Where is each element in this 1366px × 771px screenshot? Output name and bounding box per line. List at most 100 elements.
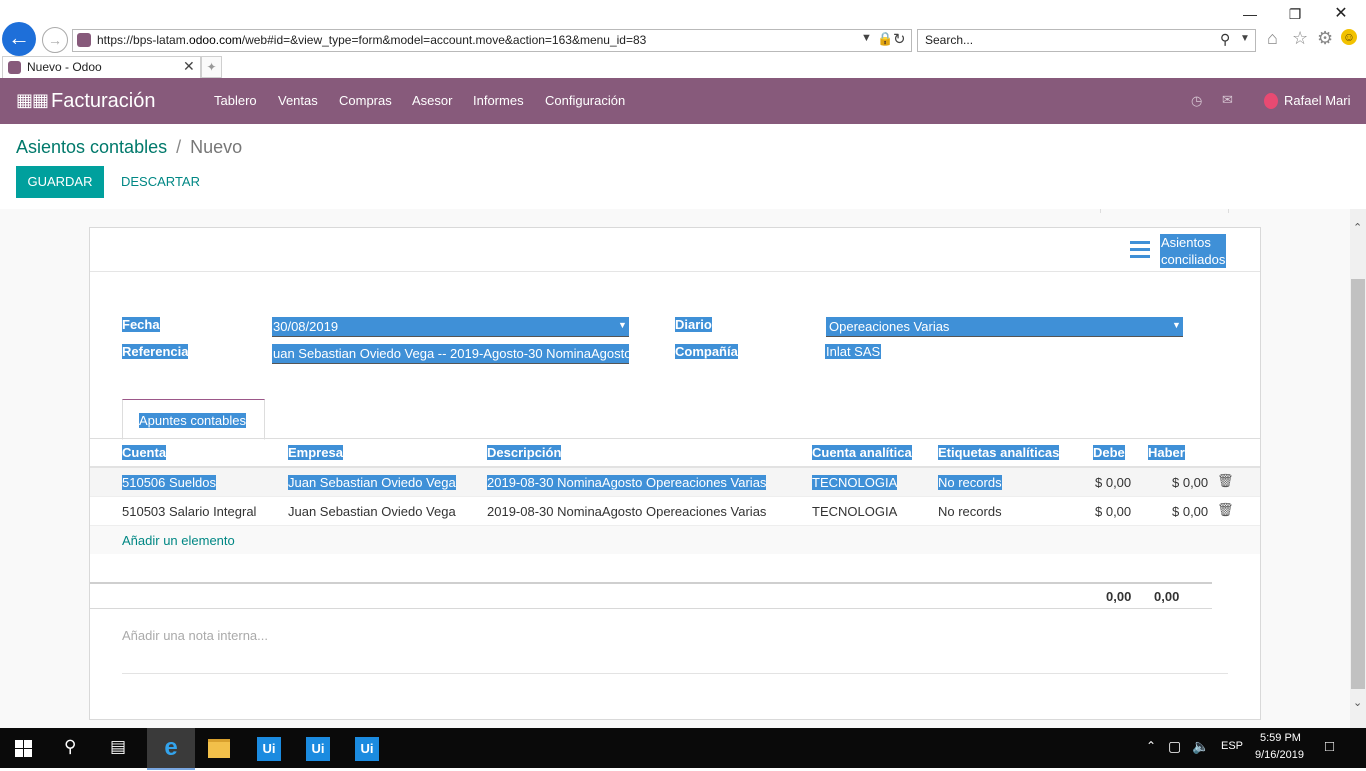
row2-etiquetas[interactable]: No records — [938, 504, 1002, 519]
row2-cuenta-analitica[interactable]: TECNOLOGIA — [812, 504, 897, 519]
menu-informes[interactable]: Informes — [473, 78, 524, 124]
col-haber[interactable]: Haber — [1148, 445, 1185, 460]
browser-tab[interactable]: Nuevo - Odoo ✕ — [2, 56, 201, 78]
tab-favicon-icon — [8, 61, 21, 74]
search-input[interactable]: Search... — [925, 33, 973, 47]
tray-chevron-up-icon[interactable]: ⌃ — [1146, 739, 1156, 753]
uipath-studio-icon-2[interactable]: Ui — [294, 728, 342, 768]
clock-date[interactable]: 9/16/2019 — [1255, 749, 1304, 761]
row1-empresa[interactable]: Juan Sebastian Oviedo Vega — [288, 475, 456, 490]
apps-grid-icon[interactable]: ▦▦ — [16, 91, 49, 109]
row2-descripcion[interactable]: 2019-08-30 NominaAgosto Opereaciones Var… — [487, 504, 766, 519]
browser-search-box[interactable]: Search... ⚲ ▼ — [917, 29, 1256, 52]
row2-empresa[interactable]: Juan Sebastian Oviedo Vega — [288, 504, 456, 519]
col-cuenta-analitica[interactable]: Cuenta analítica — [812, 445, 912, 460]
row1-debe[interactable]: $ 0,00 — [1095, 475, 1131, 490]
menu-tablero[interactable]: Tablero — [214, 78, 257, 124]
scroll-thumb[interactable] — [1351, 279, 1365, 689]
internal-note-input[interactable]: Añadir una nota interna... — [122, 628, 268, 643]
user-menu[interactable]: Rafael Mari — [1284, 78, 1350, 124]
search-icon[interactable]: ⚲ — [1220, 31, 1230, 48]
volume-muted-icon[interactable]: 🔈 — [1192, 738, 1209, 755]
row2-trash-icon[interactable]: 🗑 — [1217, 502, 1234, 518]
restore-icon[interactable]: ❐ — [1281, 4, 1309, 24]
tab-close-icon[interactable]: ✕ — [183, 58, 195, 75]
row1-cuenta[interactable]: 510506 Sueldos — [122, 475, 216, 490]
fecha-dropdown-icon[interactable]: ▼ — [618, 320, 627, 330]
col-empresa[interactable]: Empresa — [288, 445, 343, 460]
search-icon[interactable]: ⚲ — [64, 737, 76, 757]
scroll-down-icon[interactable]: ⌄ — [1353, 696, 1362, 709]
language-indicator[interactable]: ESP — [1221, 740, 1243, 752]
smiley-feedback-icon[interactable]: ☺ — [1341, 29, 1357, 45]
minimize-icon[interactable]: — — [1236, 4, 1264, 24]
back-icon[interactable]: ← — [2, 22, 36, 56]
address-bar[interactable]: https://bps-latam.odoo.com/web#id=&view_… — [72, 29, 912, 52]
row2-haber[interactable]: $ 0,00 — [1172, 504, 1208, 519]
search-dropdown-icon[interactable]: ▼ — [1240, 33, 1250, 44]
url-text: https://bps-latam.odoo.com/web#id=&view_… — [97, 33, 647, 47]
uipath-studio-icon-3[interactable]: Ui — [343, 728, 391, 768]
save-button[interactable]: GUARDAR — [16, 166, 104, 198]
tab-apuntes-label: Apuntes contables — [139, 413, 246, 428]
row2-debe[interactable]: $ 0,00 — [1095, 504, 1131, 519]
page-scrollbar[interactable]: ⌃ ⌄ — [1350, 209, 1366, 728]
app-title[interactable]: Facturación — [51, 78, 156, 124]
windows-start-icon[interactable] — [15, 740, 32, 757]
lock-icon[interactable]: 🔒 — [877, 31, 893, 47]
list-lines-icon[interactable] — [1130, 241, 1150, 263]
close-window-icon[interactable]: ✕ — [1327, 4, 1355, 24]
uipath-studio-icon-1[interactable]: Ui — [245, 728, 293, 768]
row1-cuenta-analitica[interactable]: TECNOLOGIA — [812, 475, 898, 490]
row1-haber[interactable]: $ 0,00 — [1172, 475, 1208, 490]
refresh-icon[interactable]: ↻ — [893, 30, 906, 48]
table-row[interactable]: 510503 Salario Integral Juan Sebastian O… — [90, 496, 1260, 525]
activity-clock-icon[interactable]: ◷ — [1191, 93, 1202, 109]
row1-trash-icon[interactable]: 🗑 — [1217, 473, 1234, 489]
avatar[interactable] — [1264, 93, 1278, 109]
col-cuenta[interactable]: Cuenta — [122, 445, 167, 460]
note-underline — [122, 673, 1228, 674]
browser-tab-bar: Nuevo - Odoo ✕ ✦ — [0, 56, 1366, 79]
breadcrumb-parent[interactable]: Asientos contables — [16, 137, 167, 157]
compania-value[interactable]: Inlat SAS — [825, 344, 882, 359]
menu-compras[interactable]: Compras — [339, 78, 392, 124]
menu-configuracion[interactable]: Configuración — [545, 78, 625, 124]
referencia-field[interactable]: uan Sebastian Oviedo Vega -- 2019-Agosto… — [272, 344, 629, 364]
settings-gear-icon[interactable]: ⚙ — [1317, 28, 1333, 49]
row1-etiquetas[interactable]: No records — [938, 475, 1002, 490]
row2-cuenta[interactable]: 510503 Salario Integral — [122, 504, 256, 519]
form-view: Asientos conciliados Fecha 30/08/2019 ▼ … — [0, 209, 1350, 728]
col-descripcion[interactable]: Descripción — [487, 445, 562, 460]
reconciled-entries-button[interactable]: Asientos conciliados — [1160, 234, 1227, 268]
diario-field[interactable]: Opereaciones Varias ▼ — [826, 317, 1183, 337]
table-row[interactable]: 510506 Sueldos Juan Sebastian Oviedo Veg… — [90, 468, 1260, 496]
file-explorer-icon[interactable] — [195, 728, 243, 768]
favorites-star-icon[interactable]: ☆ — [1292, 28, 1308, 49]
tab-divider — [90, 438, 1260, 439]
referencia-value: uan Sebastian Oviedo Vega -- 2019-Agosto… — [273, 346, 629, 361]
forward-icon[interactable]: → — [42, 27, 68, 53]
col-etiquetas-analiticas[interactable]: Etiquetas analíticas — [938, 445, 1060, 460]
row1-descripcion[interactable]: 2019-08-30 NominaAgosto Opereaciones Var… — [487, 475, 767, 490]
home-icon[interactable]: ⌂ — [1267, 28, 1278, 49]
tab-apuntes-contables[interactable]: Apuntes contables — [122, 399, 265, 440]
messaging-chat-icon[interactable]: ✉ — [1222, 92, 1233, 108]
notifications-icon[interactable]: □ — [1325, 738, 1334, 755]
scroll-up-icon[interactable]: ⌃ — [1353, 221, 1362, 234]
fecha-field[interactable]: 30/08/2019 ▼ — [272, 317, 629, 337]
menu-ventas[interactable]: Ventas — [278, 78, 318, 124]
form-sheet: Asientos conciliados Fecha 30/08/2019 ▼ … — [89, 227, 1261, 720]
dropdown-arrow-icon[interactable]: ▼ — [861, 32, 872, 44]
task-view-icon[interactable]: ▤ — [110, 737, 126, 757]
menu-asesor[interactable]: Asesor — [412, 78, 452, 124]
discard-button[interactable]: DESCARTAR — [121, 166, 200, 198]
new-tab-icon[interactable]: ✦ — [201, 56, 222, 78]
diario-dropdown-icon[interactable]: ▼ — [1172, 320, 1181, 330]
network-icon[interactable]: ▢ — [1168, 738, 1181, 755]
add-line-link[interactable]: Añadir un elemento — [122, 533, 235, 548]
internet-explorer-icon[interactable]: e — [147, 728, 195, 770]
clock-time[interactable]: 5:59 PM — [1260, 732, 1301, 744]
total-debe: 0,00 — [1106, 589, 1132, 604]
col-debe[interactable]: Debe — [1093, 445, 1125, 460]
